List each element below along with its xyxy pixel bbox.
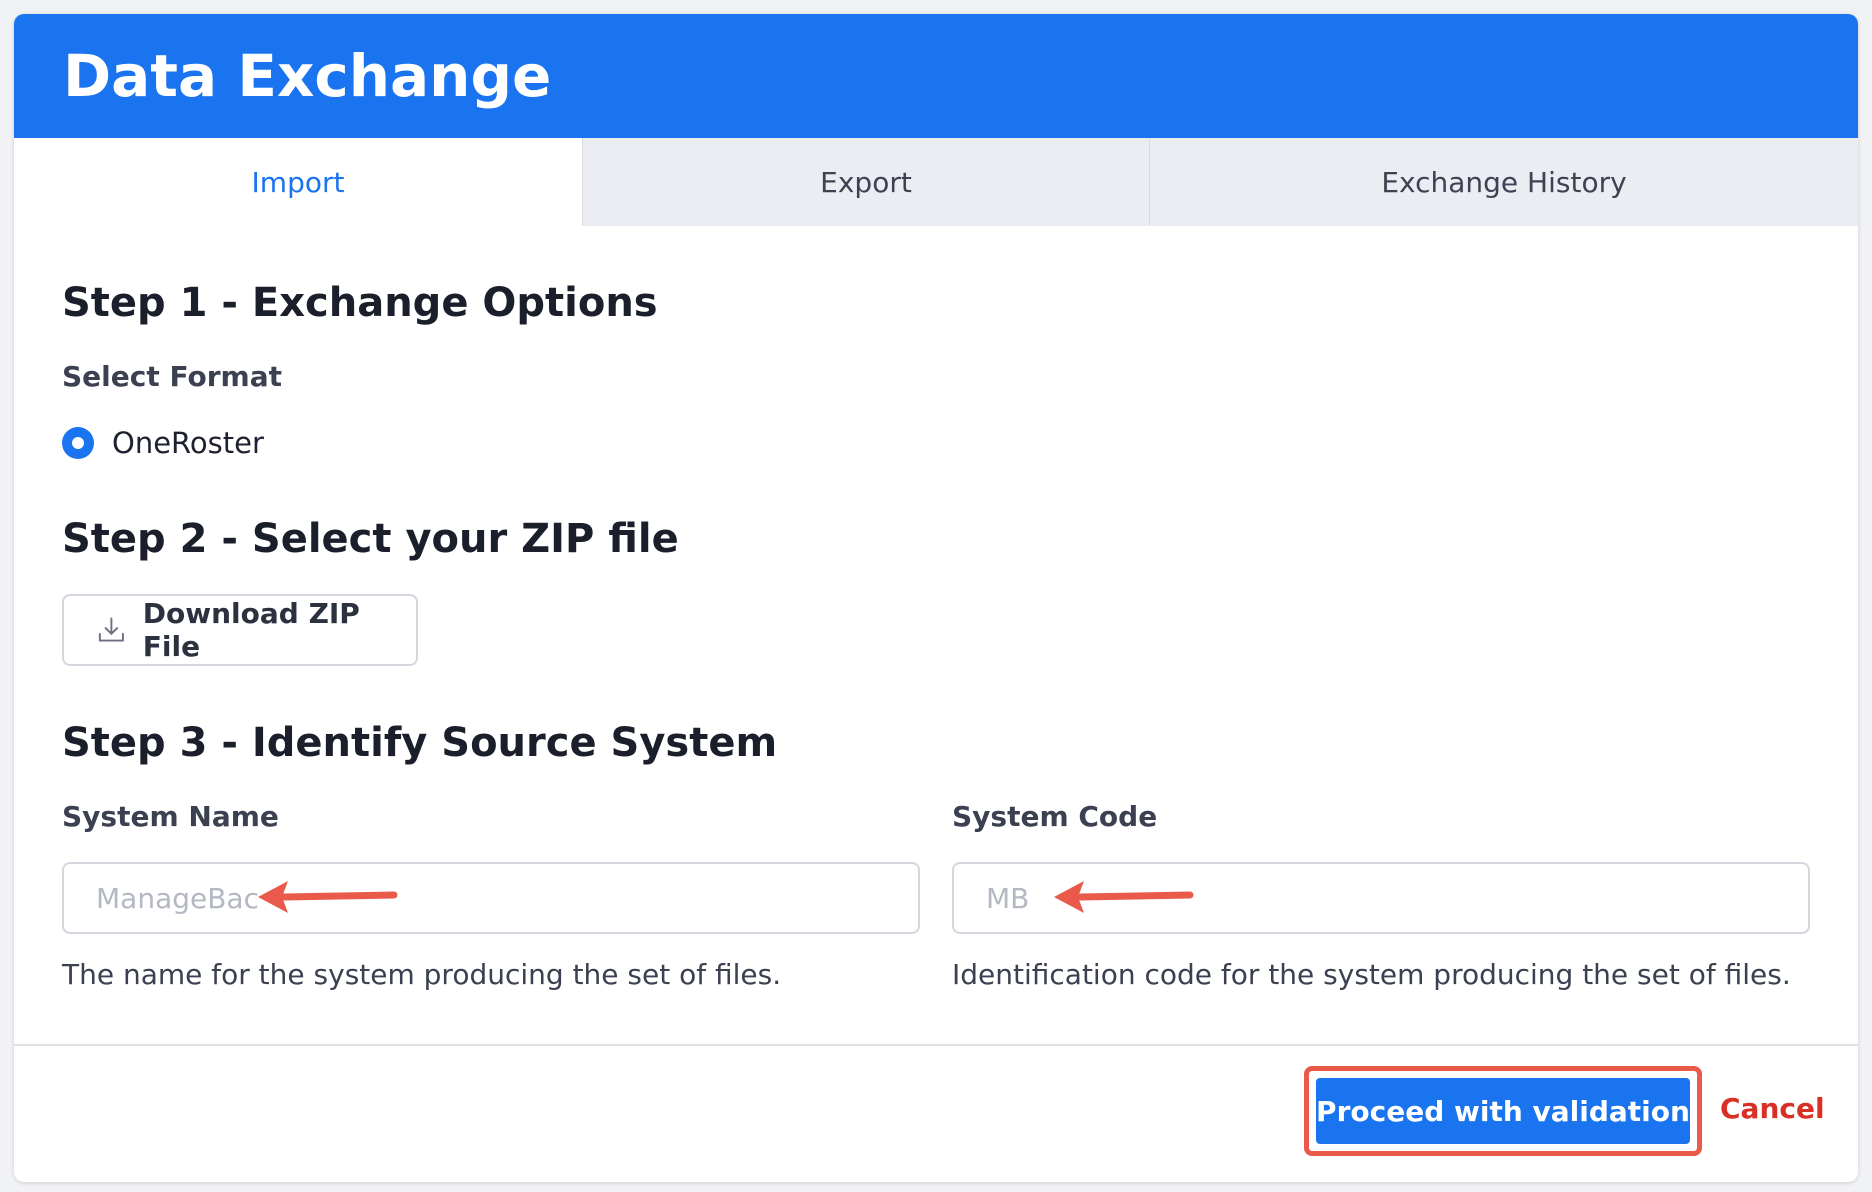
data-exchange-dialog: Data Exchange Import Export Exchange His… <box>14 14 1858 1182</box>
system-code-label: System Code <box>952 800 1158 833</box>
proceed-with-validation-button[interactable]: Proceed with validation <box>1316 1078 1690 1144</box>
oneroster-radio-option[interactable]: OneRoster <box>62 426 264 460</box>
system-name-input[interactable] <box>62 862 920 934</box>
oneroster-radio-button[interactable] <box>62 427 94 459</box>
step1-title: Step 1 - Exchange Options <box>62 280 658 326</box>
annotation-arrow-system-name <box>258 881 398 913</box>
annotation-arrow-system-code <box>1054 881 1194 913</box>
download-zip-label: Download ZIP File <box>142 597 360 663</box>
step3-title: Step 3 - Identify Source System <box>62 720 778 766</box>
oneroster-label: OneRoster <box>112 426 264 460</box>
system-name-help: The name for the system producing the se… <box>62 958 782 991</box>
download-icon <box>98 617 124 642</box>
system-code-help: Identification code for the system produ… <box>952 958 1791 991</box>
download-zip-button[interactable]: Download ZIP File <box>62 594 418 666</box>
tab-exchange-history[interactable]: Exchange History <box>1150 138 1858 226</box>
system-name-label: System Name <box>62 800 279 833</box>
dialog-header: Data Exchange <box>14 14 1858 138</box>
tab-export[interactable]: Export <box>583 138 1150 226</box>
step2-title: Step 2 - Select your ZIP file <box>62 516 679 562</box>
tab-import[interactable]: Import <box>14 138 583 226</box>
footer-divider <box>14 1044 1858 1046</box>
tab-bar: Import Export Exchange History <box>14 138 1858 226</box>
dialog-title: Data Exchange <box>63 42 552 110</box>
select-format-label: Select Format <box>62 360 282 393</box>
cancel-button[interactable]: Cancel <box>1720 1092 1825 1125</box>
